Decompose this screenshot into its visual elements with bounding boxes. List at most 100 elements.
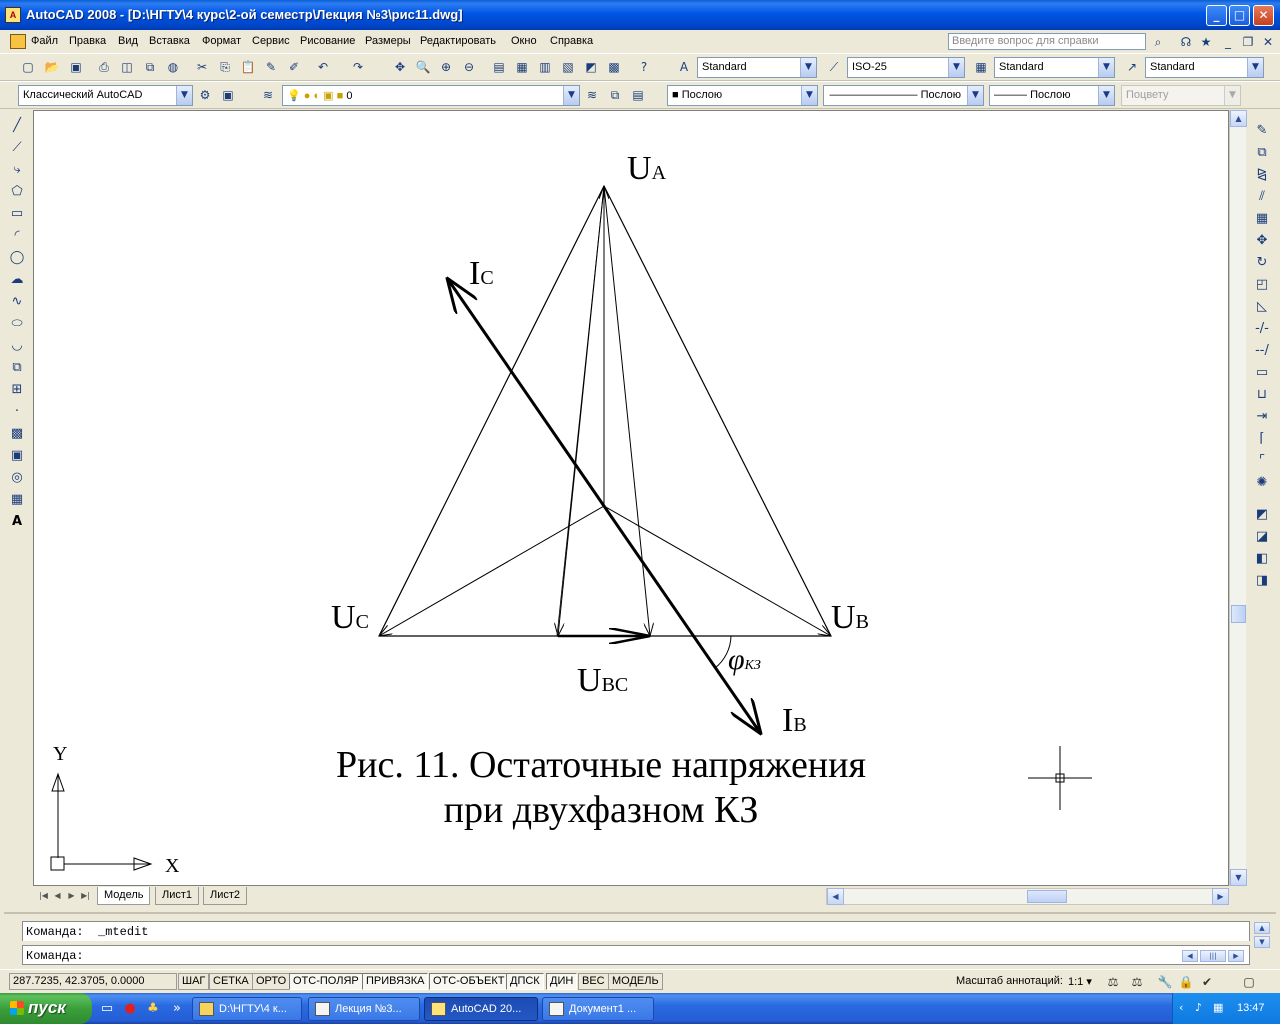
osnap-toggle[interactable]: ПРИВЯЗКА [362, 973, 429, 990]
cmd-scroll-right-icon[interactable]: ▶ [1228, 950, 1244, 962]
task-explorer[interactable]: D:\НГТУ\4 к... [192, 997, 302, 1021]
sheet-set-icon[interactable]: ▧ [558, 57, 578, 77]
construction-line-icon[interactable]: ⟋ [6, 137, 28, 159]
layer-states-icon[interactable]: ▤ [628, 85, 648, 105]
text-style-icon[interactable]: A [674, 57, 694, 77]
document-menu-icon[interactable] [10, 34, 26, 49]
cmd-scroll-left-icon[interactable]: ◀ [1182, 950, 1198, 962]
task-lecture-doc[interactable]: Лекция №3... [308, 997, 420, 1021]
menu-view[interactable]: Вид [118, 35, 138, 47]
copy-object-icon[interactable]: ⧉ [1251, 142, 1273, 164]
plot-preview-icon[interactable]: ◫ [117, 57, 137, 77]
tray-expand-icon[interactable]: ‹ [1179, 1001, 1183, 1014]
draworder-back-icon[interactable]: ◪ [1251, 526, 1273, 548]
help-icon[interactable]: ? [634, 57, 654, 77]
menu-help[interactable]: Справка [550, 35, 593, 47]
move-icon[interactable]: ✥ [1251, 230, 1273, 252]
multiline-text-icon[interactable]: A [6, 511, 28, 533]
point-icon[interactable]: · [6, 401, 28, 423]
tab-next-icon[interactable]: ▶ [65, 889, 78, 903]
quicklaunch-more-icon[interactable]: » [168, 1000, 186, 1018]
ellipse-arc-icon[interactable]: ◡ [6, 335, 28, 357]
design-center-icon[interactable]: ▦ [512, 57, 532, 77]
color-select[interactable]: ■ Послою ▼ [667, 85, 818, 106]
ducs-toggle[interactable]: ДПСК [506, 973, 544, 990]
block-editor-icon[interactable]: ✐ [284, 57, 304, 77]
vertical-scroll-thumb[interactable] [1231, 605, 1246, 623]
menu-dimension[interactable]: Размеры [365, 35, 411, 47]
otrack-toggle[interactable]: ОТС-ОБЪЕКТ [429, 973, 509, 990]
erase-icon[interactable]: ✎ [1251, 120, 1273, 142]
zoom-realtime-icon[interactable]: 🔍 [413, 57, 433, 77]
ellipse-icon[interactable]: ⬭ [6, 313, 28, 335]
annotation-scale-select[interactable]: 1:1 ▾ [1068, 975, 1092, 988]
chamfer-icon[interactable]: ⌈ [1251, 428, 1273, 450]
command-input[interactable]: Команда: [22, 945, 1250, 965]
ortho-toggle[interactable]: ОРТО [252, 973, 291, 990]
horizontal-scrollbar[interactable]: ◀ ▶ [826, 888, 1229, 905]
communication-center-icon[interactable]: ☊ [1176, 32, 1196, 52]
layer-properties-icon[interactable]: ≋ [258, 85, 278, 105]
draworder-above-icon[interactable]: ◧ [1251, 548, 1273, 570]
scale-icon[interactable]: ◰ [1251, 274, 1273, 296]
workspace-settings-icon[interactable]: ⚙ [195, 85, 215, 105]
offset-icon[interactable]: ⫽ [1251, 186, 1273, 208]
polyline-icon[interactable]: ⤷ [6, 159, 28, 181]
region-icon[interactable]: ◎ [6, 467, 28, 489]
draworder-under-icon[interactable]: ◨ [1251, 570, 1273, 592]
lock-icon[interactable]: 🔒 [1177, 973, 1195, 991]
communication-icon[interactable]: ✔ [1198, 973, 1216, 991]
tab-last-icon[interactable]: ▶| [79, 889, 92, 903]
network-icon[interactable]: ♣ [144, 1000, 162, 1018]
break-icon[interactable]: ⊔ [1251, 384, 1273, 406]
text-style-select[interactable]: Standard ▼ [697, 57, 817, 78]
autocad-app-icon[interactable]: A [5, 7, 21, 23]
workspace-select[interactable]: Классический AutoCAD ▼ [18, 85, 193, 106]
menu-edit[interactable]: Правка [69, 35, 106, 47]
help-search-icon[interactable]: ⌕ [1148, 32, 1168, 52]
spline-icon[interactable]: ∿ [6, 291, 28, 313]
tab-layout1[interactable]: Лист1 [155, 887, 200, 905]
layer-previous-icon[interactable]: ⧉ [605, 85, 625, 105]
tab-first-icon[interactable]: |◀ [37, 889, 50, 903]
grid-toggle[interactable]: СЕТКА [209, 973, 253, 990]
properties-icon[interactable]: ▤ [489, 57, 509, 77]
doc-restore-icon[interactable]: ❐ [1238, 32, 1258, 52]
hatch-icon[interactable]: ▩ [6, 423, 28, 445]
copy-icon[interactable]: ⎘ [215, 57, 235, 77]
menu-tools[interactable]: Сервис [252, 35, 290, 47]
maximize-button[interactable]: □ [1229, 5, 1250, 26]
scroll-down-icon[interactable]: ▼ [1230, 869, 1247, 886]
close-button[interactable]: ✕ [1253, 5, 1274, 26]
minimize-button[interactable]: _ [1206, 5, 1227, 26]
revision-cloud-icon[interactable]: ☁ [6, 269, 28, 291]
plot-icon[interactable]: ⎙ [94, 57, 114, 77]
menu-draw[interactable]: Рисование [300, 35, 355, 47]
extend-icon[interactable]: --/ [1251, 340, 1273, 362]
tool-palettes-icon[interactable]: ▥ [535, 57, 555, 77]
new-icon[interactable]: ▢ [18, 57, 38, 77]
draworder-front-icon[interactable]: ◩ [1251, 504, 1273, 526]
scroll-up-icon[interactable]: ▲ [1230, 110, 1247, 127]
auto-scale-icon[interactable]: ⚖ [1128, 973, 1146, 991]
array-icon[interactable]: ▦ [1251, 208, 1273, 230]
table-icon[interactable]: ▦ [6, 489, 28, 511]
dim-style-select[interactable]: ISO-25 ▼ [847, 57, 965, 78]
match-properties-icon[interactable]: ✎ [261, 57, 281, 77]
cmd-scroll-up-icon[interactable]: ▲ [1254, 922, 1270, 934]
cut-icon[interactable]: ✂ [192, 57, 212, 77]
make-block-icon[interactable]: ⊞ [6, 379, 28, 401]
task-document1[interactable]: Документ1 ... [542, 997, 654, 1021]
start-button[interactable]: пуск [0, 993, 92, 1024]
pan-icon[interactable]: ✥ [390, 57, 410, 77]
menu-modify[interactable]: Редактировать [420, 35, 496, 47]
polar-toggle[interactable]: ОТС-ПОЛЯР [289, 973, 363, 990]
coordinates-readout[interactable]: 287.7235, 42.3705, 0.0000 [9, 973, 177, 990]
opera-icon[interactable]: ● [121, 1000, 139, 1018]
explode-icon[interactable]: ✺ [1251, 472, 1273, 494]
menu-format[interactable]: Формат [202, 35, 241, 47]
favorites-star-icon[interactable]: ★ [1196, 32, 1216, 52]
volume-icon[interactable]: ♪ [1195, 1001, 1202, 1014]
doc-minimize-icon[interactable]: _ [1218, 32, 1238, 52]
mirror-icon[interactable]: ⧎ [1251, 164, 1273, 186]
